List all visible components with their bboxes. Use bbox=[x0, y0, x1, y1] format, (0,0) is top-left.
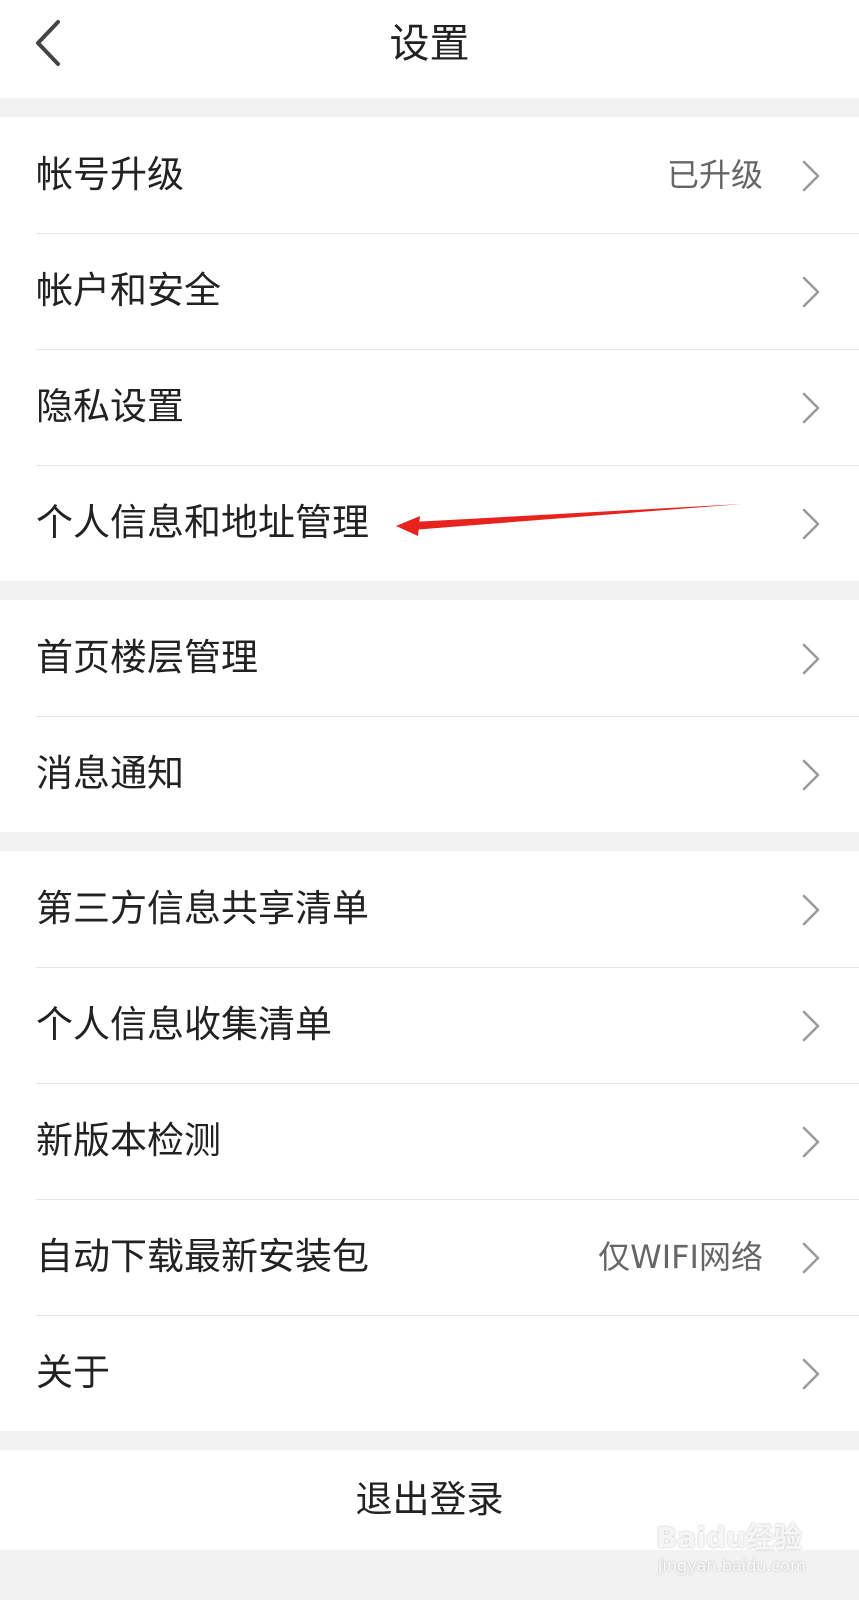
chevron-right-icon bbox=[802, 1010, 820, 1042]
settings-item-value: 已升级 bbox=[666, 156, 763, 194]
settings-item-label: 关于 bbox=[36, 1351, 110, 1394]
settings-item-personal-info-address[interactable]: 个人信息和地址管理 bbox=[0, 465, 859, 581]
logout-button[interactable]: 退出登录 bbox=[0, 1450, 859, 1550]
settings-item-info-collection[interactable]: 个人信息收集清单 bbox=[0, 967, 859, 1083]
settings-item-label: 消息通知 bbox=[36, 752, 184, 795]
settings-item-notifications[interactable]: 消息通知 bbox=[0, 716, 859, 832]
logout-label: 退出登录 bbox=[355, 1478, 504, 1521]
settings-item-label: 个人信息收集清单 bbox=[36, 1003, 332, 1046]
chevron-right-icon bbox=[802, 392, 820, 424]
chevron-right-icon bbox=[802, 1242, 820, 1274]
settings-item-privacy[interactable]: 隐私设置 bbox=[0, 349, 859, 465]
settings-item-label: 个人信息和地址管理 bbox=[36, 501, 369, 544]
page-title: 设置 bbox=[389, 21, 470, 67]
settings-item-label: 帐号升级 bbox=[36, 153, 184, 196]
settings-item-account-security[interactable]: 帐户和安全 bbox=[0, 233, 859, 349]
chevron-right-icon bbox=[802, 643, 820, 675]
chevron-right-icon bbox=[802, 1358, 820, 1390]
chevron-right-icon bbox=[802, 894, 820, 926]
settings-item-third-party-sharing[interactable]: 第三方信息共享清单 bbox=[0, 851, 859, 967]
top-bar: 设置 bbox=[0, 0, 859, 98]
settings-item-label: 首页楼层管理 bbox=[36, 636, 258, 679]
settings-item-label: 第三方信息共享清单 bbox=[36, 887, 369, 930]
settings-item-account-upgrade[interactable]: 帐号升级 已升级 bbox=[0, 117, 859, 233]
settings-item-home-floor[interactable]: 首页楼层管理 bbox=[0, 600, 859, 716]
settings-item-about[interactable]: 关于 bbox=[0, 1315, 859, 1431]
settings-item-auto-download[interactable]: 自动下载最新安装包 仅WIFI网络 bbox=[0, 1199, 859, 1315]
settings-item-label: 新版本检测 bbox=[36, 1119, 221, 1162]
settings-group-account: 帐号升级 已升级 帐户和安全 隐私设置 个人信息和地址管理 bbox=[0, 117, 859, 581]
settings-group-home: 首页楼层管理 消息通知 bbox=[0, 600, 859, 832]
chevron-right-icon bbox=[802, 160, 820, 192]
chevron-right-icon bbox=[802, 759, 820, 791]
chevron-right-icon bbox=[802, 1126, 820, 1158]
settings-item-label: 帐户和安全 bbox=[36, 269, 221, 312]
chevron-right-icon bbox=[802, 276, 820, 308]
settings-item-value: 仅WIFI网络 bbox=[598, 1238, 763, 1276]
settings-group-other: 第三方信息共享清单 个人信息收集清单 新版本检测 自动下载最新安装包 仅WIFI… bbox=[0, 851, 859, 1431]
settings-item-label: 隐私设置 bbox=[36, 385, 184, 428]
chevron-right-icon bbox=[802, 508, 820, 540]
watermark-url: jingyan.baidu.com bbox=[658, 1556, 806, 1575]
settings-item-version-check[interactable]: 新版本检测 bbox=[0, 1083, 859, 1199]
settings-item-label: 自动下载最新安装包 bbox=[36, 1235, 369, 1278]
